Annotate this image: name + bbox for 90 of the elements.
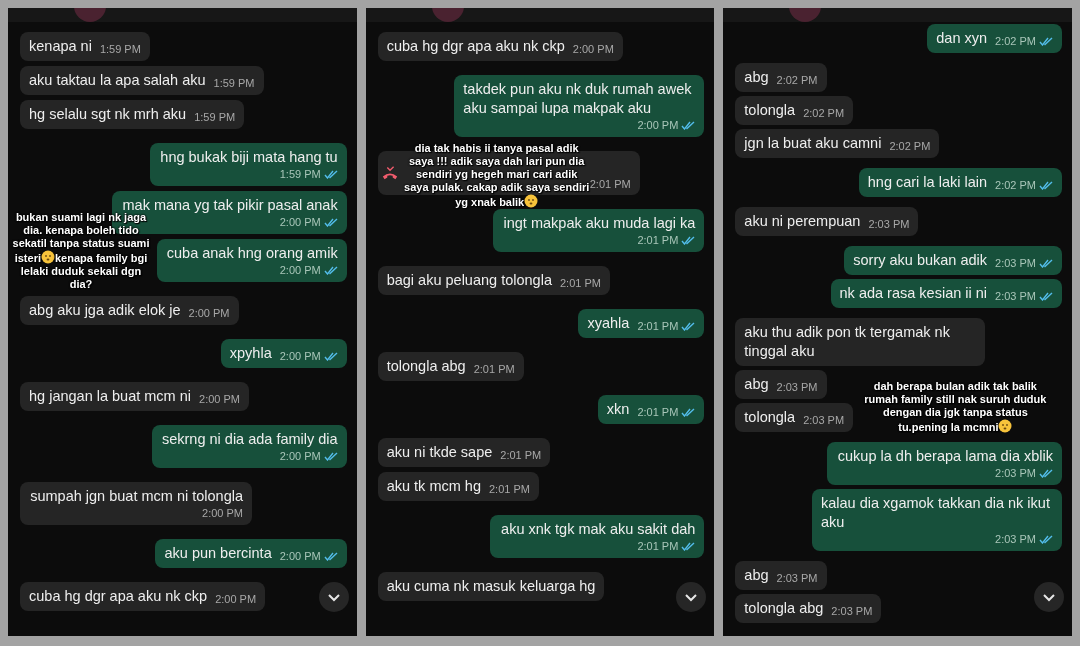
message-text: jgn la buat aku camni bbox=[744, 134, 882, 153]
message-text: ingt makpak aku muda lagi ka bbox=[503, 214, 696, 233]
message-text: cuba hg dgr apa aku nk ckp bbox=[29, 587, 208, 606]
chevron-down-icon bbox=[684, 592, 699, 602]
message-text: aku ni tkde sape bbox=[386, 443, 493, 462]
message-time: 2:03 PM bbox=[995, 289, 1036, 303]
message-text: xyahla bbox=[587, 314, 630, 333]
scroll-down-button[interactable] bbox=[1034, 582, 1064, 612]
message-text: hg jangan la buat mcm ni bbox=[29, 387, 191, 406]
message-text: abg aku jga adik elok je bbox=[29, 301, 181, 320]
message-text: dan xyn bbox=[936, 29, 988, 48]
message-time: 2:01 PM bbox=[637, 539, 679, 553]
message-text: aku cuma nk masuk keluarga hg bbox=[386, 577, 596, 596]
message-text: cukup la dh berapa lama dia xblik bbox=[837, 447, 1053, 466]
message-text: sekrng ni dia ada family dia bbox=[161, 430, 338, 449]
message-text: hng bukak biji mata hang tu bbox=[160, 148, 338, 167]
message-text: aku pun bercinta bbox=[164, 544, 272, 563]
message-time: 1:59 PM bbox=[99, 42, 141, 56]
message-text: xpyhla bbox=[229, 344, 272, 363]
message-time: 2:02 PM bbox=[776, 73, 818, 87]
emoji-icon bbox=[998, 419, 1013, 433]
chevron-down-icon bbox=[326, 592, 341, 602]
message-text: hng cari la laki lain bbox=[867, 173, 988, 192]
message-time: 2:00 PM bbox=[279, 449, 321, 463]
message-time: 2:00 PM bbox=[279, 215, 321, 229]
message-text: cuba hg dgr apa aku nk ckp bbox=[386, 37, 565, 56]
message-time: 2:01 PM bbox=[473, 362, 515, 376]
message-text: cuba anak hng orang amik bbox=[166, 244, 338, 263]
message-text: hg selalu sgt nk mrh aku bbox=[29, 105, 187, 124]
message-text: sorry aku bukan adik bbox=[853, 251, 988, 270]
message-text: abg bbox=[744, 375, 769, 394]
message-text: takdek pun aku nk duk rumah awek aku sampai lupa makpak aku bbox=[463, 80, 693, 118]
message-time: 2:02 PM bbox=[889, 139, 931, 153]
message-time: 2:02 PM bbox=[995, 178, 1036, 192]
message-time: 2:03 PM bbox=[776, 571, 818, 585]
message-time: 2:00 PM bbox=[188, 306, 230, 320]
message-time: 2:00 PM bbox=[202, 506, 243, 520]
message-text: tolongla bbox=[744, 101, 796, 120]
chevron-down-icon bbox=[1042, 592, 1056, 602]
message-text: mak mana yg tak pikir pasal anak bbox=[122, 196, 338, 213]
message-time: 2:03 PM bbox=[831, 604, 873, 618]
message-text: aku tk mcm hg bbox=[386, 477, 481, 496]
message-text: tolongla bbox=[744, 408, 796, 427]
message-time: 2:00 PM bbox=[279, 349, 321, 363]
message-time: 2:00 PM bbox=[215, 592, 257, 606]
message-time: 2:03 PM bbox=[995, 532, 1036, 546]
caption-text: dah berapa bulan adik tak balik rumah family still nak suruh duduk dengan dia jgk tanpa status tu.pening la mcmni bbox=[863, 380, 1048, 434]
message-time: 2:00 PM bbox=[637, 118, 679, 132]
message-time: 1:59 PM bbox=[194, 110, 236, 124]
caption-text: bukan suami lagi nk jaga dia. kenapa boleh tido sekatil tanpa status suami isteri kenapa family bgi lelaki duduk sekali dgn dia? bbox=[11, 211, 151, 291]
message-text: abg bbox=[744, 566, 769, 585]
scroll-down-button[interactable] bbox=[676, 582, 707, 612]
message-text: abg bbox=[744, 68, 769, 87]
message-text: bagi aku peluang tolongla bbox=[386, 271, 552, 290]
message-time: 2:02 PM bbox=[803, 106, 845, 120]
message-time: 2:00 PM bbox=[572, 42, 614, 56]
message-text: sumpah jgn buat mcm ni tolongla bbox=[30, 487, 243, 506]
message-time: 2:01 PM bbox=[589, 178, 631, 190]
emoji-icon bbox=[41, 250, 55, 264]
message-time: 2:01 PM bbox=[500, 448, 542, 462]
message-time: 2:01 PM bbox=[637, 319, 679, 333]
message-time: 2:01 PM bbox=[637, 405, 679, 419]
message-time: 2:03 PM bbox=[803, 413, 845, 427]
message-text: kenapa ni bbox=[29, 37, 92, 56]
message-time: 2:00 PM bbox=[279, 263, 321, 277]
message-time: 2:00 PM bbox=[279, 549, 321, 563]
message-time: 1:59 PM bbox=[213, 76, 255, 90]
missed-call-icon bbox=[380, 165, 399, 181]
message-text: kalau dia xgamok takkan dia nk ikut aku bbox=[821, 494, 1051, 532]
scroll-down-button[interactable] bbox=[318, 582, 349, 612]
message-text: tolongla abg bbox=[386, 357, 466, 376]
message-time: 2:03 PM bbox=[995, 256, 1036, 270]
message-time: 2:01 PM bbox=[488, 482, 530, 496]
message-time: 1:59 PM bbox=[279, 167, 321, 181]
message-text: aku ni perempuan bbox=[744, 212, 861, 231]
message-time: 2:02 PM bbox=[995, 34, 1036, 48]
message-text: tolongla abg bbox=[744, 599, 824, 618]
message-text: aku thu adik pon tk tergamak nk tinggal aku bbox=[744, 323, 951, 361]
caption-text: dia tak habis ii tanya pasal adik saya !!! adik saya dah lari pun dia sendiri yg hegeh mari cari adik saya pulak. cakap adik saya sendiri yg xnak balik bbox=[403, 142, 590, 209]
message-time: 2:03 PM bbox=[995, 466, 1036, 480]
message-time: 2:01 PM bbox=[559, 276, 601, 290]
emoji-icon bbox=[524, 194, 539, 208]
message-time: 2:03 PM bbox=[776, 380, 818, 394]
message-text: nk ada rasa kesian ii ni bbox=[839, 284, 988, 303]
message-time: 2:00 PM bbox=[199, 392, 240, 406]
message-text: aku taktau la apa salah aku bbox=[29, 71, 206, 90]
message-time: 2:03 PM bbox=[868, 217, 910, 231]
message-text: xkn bbox=[606, 400, 630, 419]
message-text: aku xnk tgk mak aku sakit dah bbox=[501, 520, 696, 539]
message-time: 2:01 PM bbox=[637, 233, 679, 247]
